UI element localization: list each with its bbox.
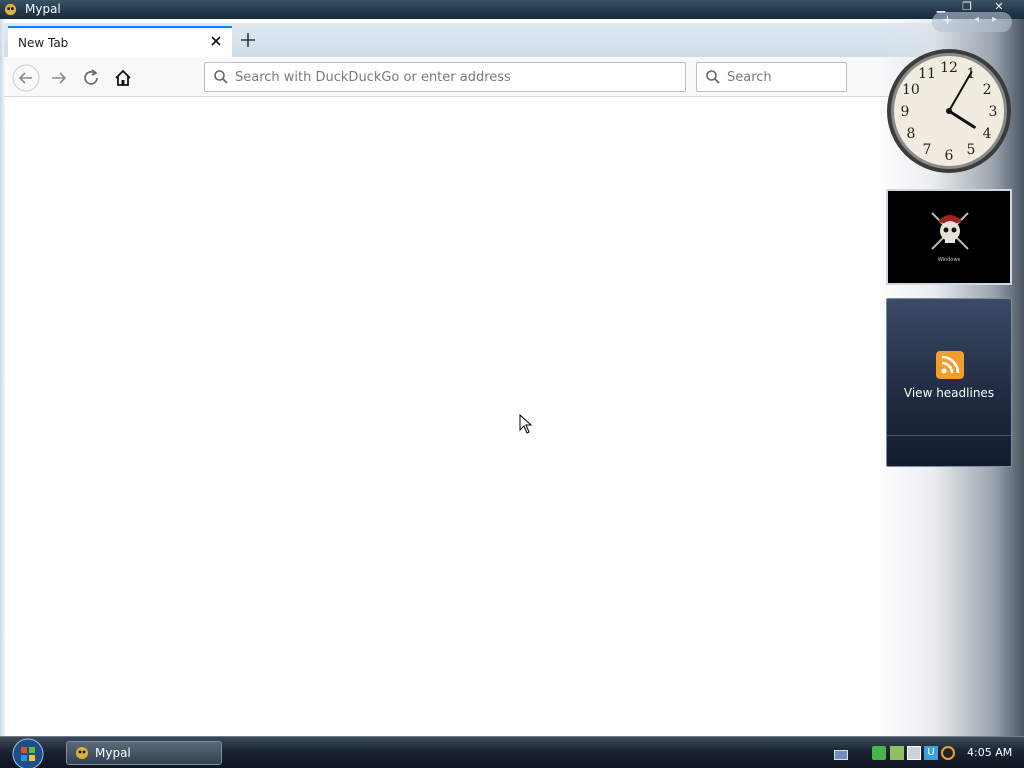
navigation-toolbar: [4, 57, 1024, 97]
feed-divider: [887, 435, 1011, 436]
window-title: Mypal: [25, 2, 61, 16]
taskbar-mypal-label: Mypal: [95, 746, 131, 760]
clock-numeral: 10: [902, 82, 920, 98]
browser-window: New Tab: [0, 19, 1024, 736]
page-content[interactable]: [6, 98, 886, 734]
taskbar-clock[interactable]: 4:05 AM: [967, 746, 1012, 759]
back-arrow-icon[interactable]: [12, 64, 40, 92]
clock-numeral: 4: [983, 126, 992, 142]
mouse-cursor-icon: [519, 414, 533, 434]
pirate-skull-image: [931, 212, 969, 250]
home-icon[interactable]: [110, 65, 136, 91]
address-input[interactable]: [235, 67, 675, 87]
clock-numeral: 12: [940, 60, 958, 76]
slideshow-gadget[interactable]: Windows: [886, 189, 1012, 285]
clock-numeral: 5: [967, 142, 976, 158]
address-bar[interactable]: [204, 62, 686, 92]
search-icon: [214, 70, 228, 84]
close-tab-icon[interactable]: [208, 33, 224, 49]
clock-numeral: 6: [945, 148, 954, 164]
security-check-icon[interactable]: [872, 746, 886, 760]
previous-icon[interactable]: ◂: [974, 14, 979, 25]
search-input[interactable]: [727, 67, 837, 87]
title-bar[interactable]: Mypal ▁ ❐ ✕: [0, 0, 1024, 19]
taskbar: Mypal U 4:05 AM: [0, 736, 1024, 768]
add-gadget-icon[interactable]: +: [942, 13, 953, 28]
reload-icon[interactable]: [78, 65, 104, 91]
start-orb-icon[interactable]: [6, 738, 46, 768]
mypal-app-icon: [76, 747, 88, 759]
search-tray-icon[interactable]: [941, 746, 955, 760]
keyboard-icon[interactable]: [834, 750, 848, 760]
sidebar-controls[interactable]: + ◂ ▸: [932, 12, 1012, 32]
tab-strip: New Tab: [4, 23, 1024, 58]
search-bar[interactable]: [696, 62, 847, 92]
system-tray: U 4:05 AM: [830, 737, 1024, 768]
taskbar-mypal-button[interactable]: Mypal: [66, 741, 222, 765]
forward-arrow-icon[interactable]: [46, 65, 72, 91]
clock-numeral: 11: [918, 66, 936, 82]
clock-numeral: 9: [901, 104, 910, 120]
network-icon[interactable]: [890, 746, 904, 760]
new-tab-plus-icon[interactable]: [238, 30, 258, 50]
display-icon[interactable]: [907, 746, 921, 760]
clock-gadget[interactable]: 123456789101112: [884, 48, 1014, 176]
slideshow-caption: Windows: [937, 257, 961, 263]
clock-numeral: 7: [923, 142, 932, 158]
clock-numeral: 2: [983, 82, 992, 98]
clock-numeral: 3: [989, 104, 998, 120]
tab-new-tab[interactable]: New Tab: [8, 26, 232, 58]
search-icon: [706, 70, 720, 84]
rss-feed-icon: [936, 351, 964, 379]
clock-numeral: 8: [906, 126, 915, 142]
view-headlines-label: View headlines: [903, 386, 995, 400]
mypal-app-icon: [4, 3, 17, 16]
next-icon[interactable]: ▸: [992, 14, 997, 25]
tab-label: New Tab: [18, 36, 69, 50]
update-icon[interactable]: U: [924, 746, 938, 760]
feed-headlines-gadget[interactable]: View headlines: [886, 298, 1012, 467]
